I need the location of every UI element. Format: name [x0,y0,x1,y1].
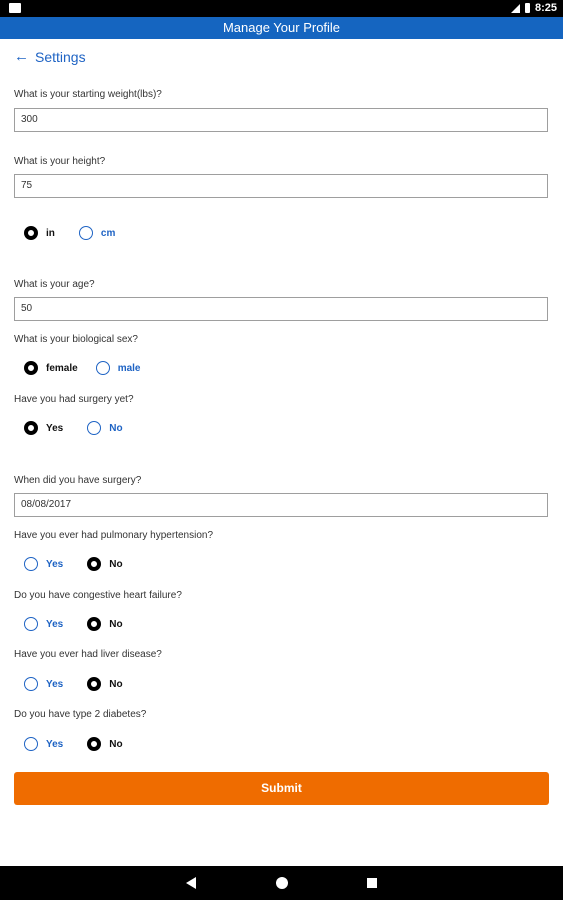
liver-option-yes[interactable]: Yes [24,677,63,691]
heart-failure-option-yes[interactable]: Yes [24,617,63,631]
system-nav-bar [0,866,563,900]
unit-cm-label: cm [100,227,116,239]
liver-question: Have you ever had liver disease? [14,649,162,660]
pulmonary-group: Yes No [24,557,141,571]
liver-option-no[interactable]: No [87,677,123,691]
diabetes-option-yes[interactable]: Yes [24,737,63,751]
radio-surgery-no[interactable] [87,421,102,435]
pulmonary-no-label: No [109,558,123,570]
sex-male-label: male [117,362,141,374]
diabetes-question: Do you have type 2 diabetes? [14,709,147,720]
battery-icon [524,3,530,13]
sex-option-male[interactable]: male [95,361,141,375]
age-question: What is your age? [14,279,95,290]
liver-group: Yes No [24,677,141,691]
submit-button[interactable]: Submit [14,772,549,805]
height-question: What is your height? [14,156,106,167]
diabetes-no-label: No [109,738,123,750]
notification-icon [9,3,21,13]
surgery-date-question: When did you have surgery? [14,475,142,486]
weight-input[interactable]: 300 [14,108,548,132]
heart-failure-no-label: No [109,618,123,630]
unit-in-label: in [46,227,55,239]
radio-male[interactable] [95,361,110,375]
radio-liver-yes[interactable] [24,677,38,691]
back-label: Settings [35,49,86,65]
height-input[interactable]: 75 [14,174,548,198]
surgery-group: Yes No [24,421,141,435]
heart-failure-option-no[interactable]: No [87,617,123,631]
nav-home-icon[interactable] [276,877,288,889]
sex-group: female male [24,361,158,375]
radio-female[interactable] [24,361,38,375]
status-time: 8:25 [534,2,557,14]
surgery-yes-label: Yes [46,422,64,434]
surgery-date-input[interactable]: 08/08/2017 [14,493,548,517]
app-bar: Manage Your Profile [0,17,563,39]
liver-yes-label: Yes [46,678,64,690]
surgery-option-yes[interactable]: Yes [24,421,63,435]
sex-female-label: female [46,362,78,374]
weight-question: What is your starting weight(lbs)? [14,89,162,100]
heart-failure-question: Do you have congestive heart failure? [14,590,182,601]
radio-cm[interactable] [78,226,93,240]
pulmonary-option-yes[interactable]: Yes [24,557,63,571]
nav-recents-icon[interactable] [367,878,377,888]
heart-failure-yes-label: Yes [46,618,64,630]
diabetes-yes-label: Yes [46,738,64,750]
status-bar: 8:25 [0,0,563,17]
radio-heart-failure-no[interactable] [87,617,102,631]
radio-diabetes-yes[interactable] [24,737,38,751]
sex-option-female[interactable]: female [24,361,78,375]
surgery-option-no[interactable]: No [87,421,123,435]
pulmonary-option-no[interactable]: No [87,557,123,571]
back-button[interactable]: ← Settings [14,48,86,66]
nav-back-icon[interactable] [186,877,196,889]
radio-surgery-yes[interactable] [24,421,38,435]
surgery-question: Have you had surgery yet? [14,394,134,405]
surgery-no-label: No [109,422,123,434]
heart-failure-group: Yes No [24,617,141,631]
diabetes-group: Yes No [24,737,141,751]
age-input[interactable]: 50 [14,297,548,321]
radio-diabetes-no[interactable] [87,737,102,751]
app-title: Manage Your Profile [222,20,341,35]
radio-heart-failure-yes[interactable] [24,617,38,631]
height-unit-group: in cm [24,226,133,240]
sex-question: What is your biological sex? [14,334,138,345]
pulmonary-question: Have you ever had pulmonary hypertension… [14,530,214,541]
radio-pulmonary-yes[interactable] [24,557,38,571]
diabetes-option-no[interactable]: No [87,737,123,751]
unit-option-in[interactable]: in [24,226,55,240]
status-icons: 8:25 [510,2,557,14]
unit-option-cm[interactable]: cm [78,226,116,240]
radio-liver-no[interactable] [87,677,102,691]
radio-pulmonary-no[interactable] [87,557,102,571]
pulmonary-yes-label: Yes [46,558,64,570]
radio-in[interactable] [24,226,38,240]
arrow-left-icon: ← [14,48,29,65]
liver-no-label: No [109,678,123,690]
signal-icon [510,3,520,13]
